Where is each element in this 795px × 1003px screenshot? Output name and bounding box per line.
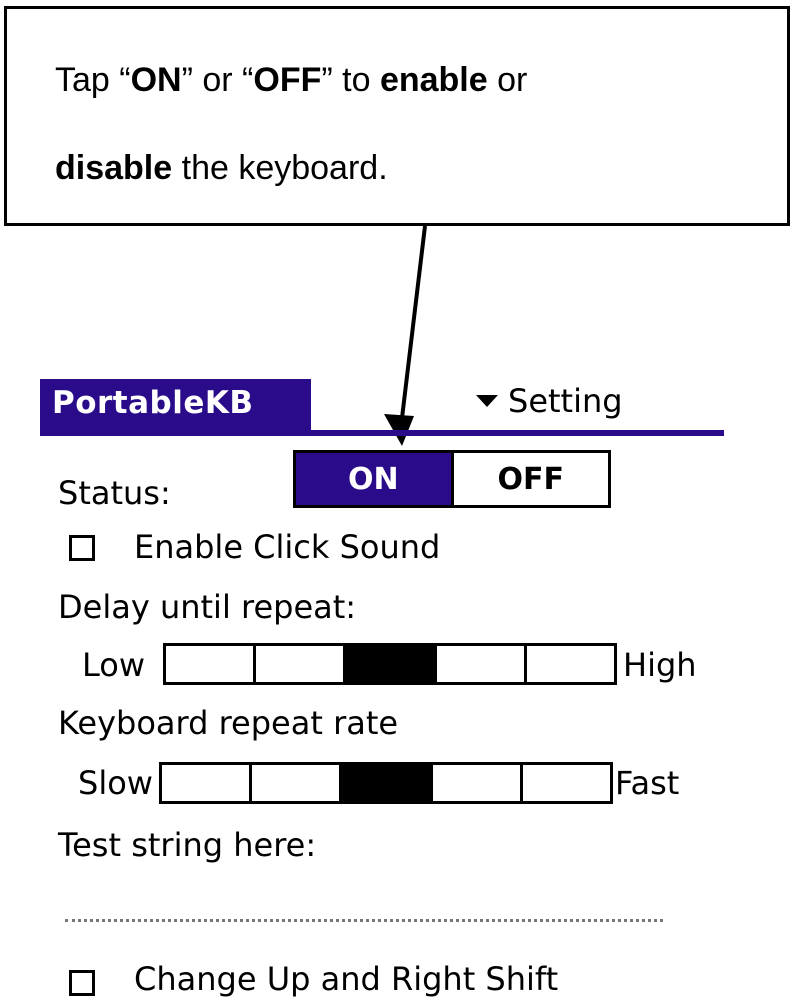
app-title-tab: PortableKB bbox=[40, 379, 311, 432]
repeat-rate-segment[interactable] bbox=[433, 765, 523, 801]
delay-segment[interactable] bbox=[437, 646, 527, 682]
title-underline bbox=[40, 430, 724, 436]
repeat-rate-fast-label: Fast bbox=[615, 764, 680, 802]
test-string-field[interactable] bbox=[65, 919, 663, 922]
repeat-rate-segment[interactable] bbox=[252, 765, 343, 801]
setting-menu-trigger[interactable]: Setting bbox=[476, 379, 623, 423]
repeat-rate-segment-selected[interactable] bbox=[342, 765, 433, 801]
repeat-rate-segment[interactable] bbox=[162, 765, 253, 801]
repeat-rate-slider[interactable] bbox=[159, 762, 613, 804]
status-toggle: ON OFF bbox=[293, 450, 611, 508]
app-title: PortableKB bbox=[52, 385, 254, 421]
delay-low-label: Low bbox=[82, 646, 146, 684]
setting-menu-label: Setting bbox=[508, 382, 623, 420]
click-sound-checkbox[interactable] bbox=[69, 535, 95, 561]
delay-slider[interactable] bbox=[163, 643, 617, 685]
delay-segment-selected[interactable] bbox=[346, 646, 437, 682]
delay-segment[interactable] bbox=[527, 646, 614, 682]
status-off-button[interactable]: OFF bbox=[453, 453, 608, 505]
repeat-rate-label: Keyboard repeat rate bbox=[58, 704, 399, 742]
delay-segment[interactable] bbox=[256, 646, 347, 682]
status-on-button[interactable]: ON bbox=[296, 453, 454, 505]
shift-label: Change Up and Right Shift bbox=[134, 960, 559, 998]
repeat-rate-slow-label: Slow bbox=[78, 764, 153, 802]
status-label: Status: bbox=[58, 474, 171, 512]
test-string-label: Test string here: bbox=[58, 826, 317, 864]
shift-checkbox[interactable] bbox=[69, 970, 95, 996]
delay-segment[interactable] bbox=[166, 646, 257, 682]
triangle-down-icon bbox=[476, 395, 498, 407]
repeat-rate-segment[interactable] bbox=[523, 765, 610, 801]
delay-high-label: High bbox=[623, 646, 697, 684]
delay-label: Delay until repeat: bbox=[58, 588, 357, 626]
click-sound-label: Enable Click Sound bbox=[134, 528, 441, 566]
